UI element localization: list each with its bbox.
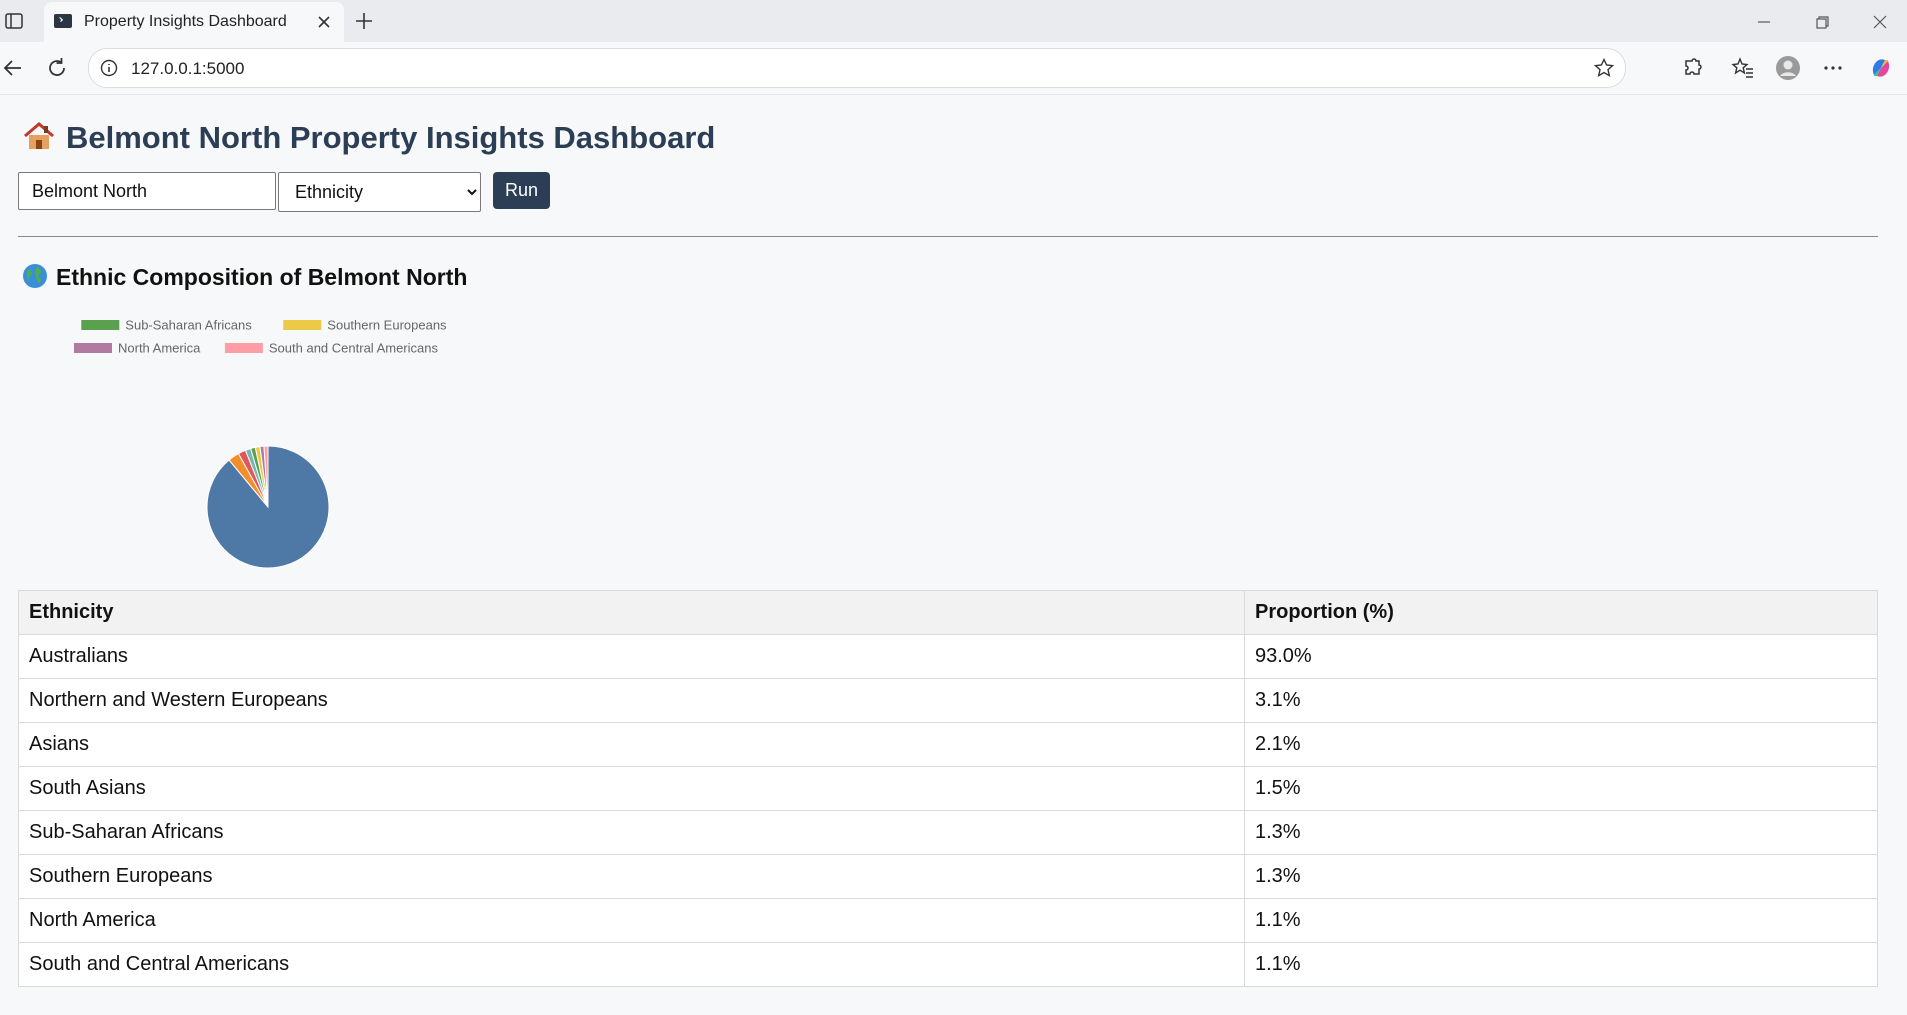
ethnicity-cell: Australians <box>18 634 1245 679</box>
table-header-proportion: Proportion (%) <box>1244 590 1878 635</box>
table-row: North America 1.1% <box>18 898 1878 943</box>
table-row: South and Central Americans 1.1% <box>18 942 1878 987</box>
legend-label: Sub-Saharan Africans <box>125 318 252 333</box>
profile-avatar-icon[interactable] <box>1775 55 1801 81</box>
proportion-cell: 1.1% <box>1244 942 1878 987</box>
terminal-favicon-icon <box>54 14 72 28</box>
favorites-icon[interactable] <box>1730 55 1756 81</box>
legend-item[interactable]: Southern Europeans <box>283 318 447 333</box>
back-icon[interactable] <box>0 55 26 81</box>
legend-label: South and Central Americans <box>269 341 439 356</box>
ethnicity-cell: South and Central Americans <box>18 942 1245 987</box>
new-tab-icon[interactable] <box>352 9 376 33</box>
ethnicity-cell: Southern Europeans <box>18 854 1245 899</box>
browser-tab-bar: Property Insights Dashboard <box>0 0 1907 42</box>
ethnicity-cell: Sub-Saharan Africans <box>18 810 1245 855</box>
legend-item[interactable]: North America <box>74 341 201 356</box>
legend-item[interactable]: Sub-Saharan Africans <box>81 318 252 333</box>
proportion-cell: 2.1% <box>1244 722 1878 767</box>
close-tab-icon[interactable] <box>314 12 334 32</box>
page-title-text: Belmont North Property Insights Dashboar… <box>66 120 716 155</box>
suburb-input[interactable] <box>18 172 276 210</box>
ethnicity-cell: South Asians <box>18 766 1245 811</box>
site-info-icon[interactable] <box>99 58 119 78</box>
table-row: Northern and Western Europeans 3.1% <box>18 678 1878 723</box>
legend-label: North America <box>118 341 201 356</box>
ethnicity-table: Ethnicity Proportion (%) Australians 93.0… <box>18 590 1878 987</box>
address-bar-row: 127.0.0.1:5000 <box>0 42 1907 95</box>
proportion-cell: 1.5% <box>1244 766 1878 811</box>
legend-item[interactable]: South and Central Americans <box>224 341 439 356</box>
legend-swatch <box>81 320 120 330</box>
browser-tab[interactable]: Property Insights Dashboard <box>44 2 344 42</box>
close-window-icon[interactable] <box>1868 10 1892 34</box>
minimize-icon[interactable] <box>1752 10 1776 34</box>
house-icon <box>24 122 54 149</box>
url-text: 127.0.0.1:5000 <box>131 59 245 78</box>
page-title: Belmont North Property Insights Dashboar… <box>22 120 715 156</box>
proportion-cell: 1.1% <box>1244 898 1878 943</box>
legend-swatch <box>74 343 112 353</box>
proportion-cell: 93.0% <box>1244 634 1878 679</box>
category-select[interactable]: Ethnicity <box>278 172 481 212</box>
extensions-icon[interactable] <box>1680 55 1706 81</box>
ethnicity-cell: Asians <box>18 722 1245 767</box>
run-button[interactable]: Run <box>493 172 550 209</box>
legend-swatch <box>283 320 322 330</box>
table-row: South Asians 1.5% <box>18 766 1878 811</box>
table-row: Southern Europeans 1.3% <box>18 854 1878 899</box>
copilot-icon[interactable] <box>1868 55 1894 81</box>
more-options-icon[interactable] <box>1820 55 1846 81</box>
url-bar[interactable]: 127.0.0.1:5000 <box>88 48 1626 88</box>
ethnicity-cell: Northern and Western Europeans <box>18 678 1245 723</box>
legend-swatch <box>224 343 263 353</box>
section-title-text: Ethnic Composition of Belmont North <box>56 264 468 290</box>
page-content: Belmont North Property Insights Dashboar… <box>0 95 1907 1015</box>
proportion-cell: 1.3% <box>1244 810 1878 855</box>
sidebar-toggle-icon[interactable] <box>4 11 24 31</box>
restore-icon[interactable] <box>1810 10 1834 34</box>
legend-label: Southern Europeans <box>327 318 447 333</box>
proportion-cell: 1.3% <box>1244 854 1878 899</box>
favorite-star-icon[interactable] <box>1593 57 1615 79</box>
tab-title: Property Insights Dashboard <box>84 13 287 30</box>
reload-icon[interactable] <box>44 55 70 81</box>
ethnicity-cell: North America <box>18 898 1245 943</box>
divider <box>18 236 1878 237</box>
table-row: Asians 2.1% <box>18 722 1878 767</box>
table-row: Australians 93.0% <box>18 634 1878 679</box>
table-header-row: Ethnicity Proportion (%) <box>18 590 1878 635</box>
table-body: Australians 93.0% Northern and Western Eur… <box>18 634 1878 987</box>
table-header-ethnicity: Ethnicity <box>18 590 1245 635</box>
section-title: Ethnic Composition of Belmont North <box>22 263 467 291</box>
table-row: Sub-Saharan Africans 1.3% <box>18 810 1878 855</box>
proportion-cell: 3.1% <box>1244 678 1878 723</box>
globe-icon <box>23 264 47 288</box>
